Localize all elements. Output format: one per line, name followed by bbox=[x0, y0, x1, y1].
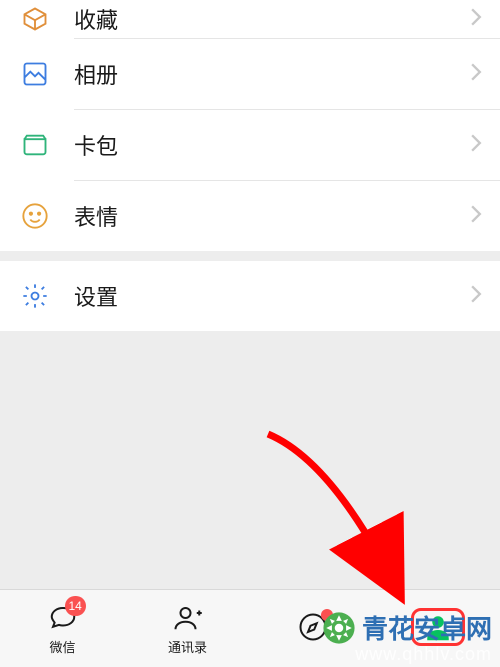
stickers-icon bbox=[20, 201, 50, 231]
menu-item-label: 表情 bbox=[74, 200, 470, 232]
discover-icon bbox=[295, 611, 331, 643]
menu-item-settings[interactable]: 设置 bbox=[0, 261, 500, 331]
tab-label: 微信 bbox=[49, 637, 75, 656]
chevron-right-icon bbox=[470, 8, 482, 31]
chevron-right-icon bbox=[470, 205, 482, 228]
tab-bar: 14 微信 通讯录 bbox=[0, 589, 500, 667]
tab-discover[interactable] bbox=[250, 590, 375, 667]
cards-icon bbox=[20, 130, 50, 160]
menu-item-label: 设置 bbox=[74, 280, 470, 312]
album-icon bbox=[20, 59, 50, 89]
chevron-right-icon bbox=[470, 285, 482, 308]
chevron-right-icon bbox=[470, 134, 482, 157]
chats-icon: 14 bbox=[45, 602, 81, 634]
unread-badge: 14 bbox=[65, 596, 86, 616]
chevron-right-icon bbox=[470, 63, 482, 86]
tab-label: 通讯录 bbox=[168, 637, 207, 656]
me-menu-list: 收藏 相册 卡包 表情 bbox=[0, 0, 500, 251]
menu-item-album[interactable]: 相册 bbox=[0, 39, 500, 109]
notification-dot bbox=[321, 609, 333, 621]
gear-icon bbox=[20, 281, 50, 311]
section-gap bbox=[0, 251, 500, 261]
menu-item-label: 收藏 bbox=[74, 3, 470, 35]
me-icon bbox=[420, 611, 456, 643]
menu-item-stickers[interactable]: 表情 bbox=[0, 181, 500, 251]
tab-me[interactable] bbox=[375, 590, 500, 667]
favorites-icon bbox=[20, 4, 50, 34]
menu-item-cards[interactable]: 卡包 bbox=[0, 110, 500, 180]
me-settings-list: 设置 bbox=[0, 261, 500, 331]
menu-item-label: 相册 bbox=[74, 58, 470, 90]
empty-space bbox=[0, 331, 500, 608]
active-highlight-box bbox=[411, 608, 465, 646]
tab-chats[interactable]: 14 微信 bbox=[0, 590, 125, 667]
contacts-icon bbox=[170, 602, 206, 634]
tab-contacts[interactable]: 通讯录 bbox=[125, 590, 250, 667]
menu-item-label: 卡包 bbox=[74, 129, 470, 161]
menu-item-favorites[interactable]: 收藏 bbox=[0, 0, 500, 38]
